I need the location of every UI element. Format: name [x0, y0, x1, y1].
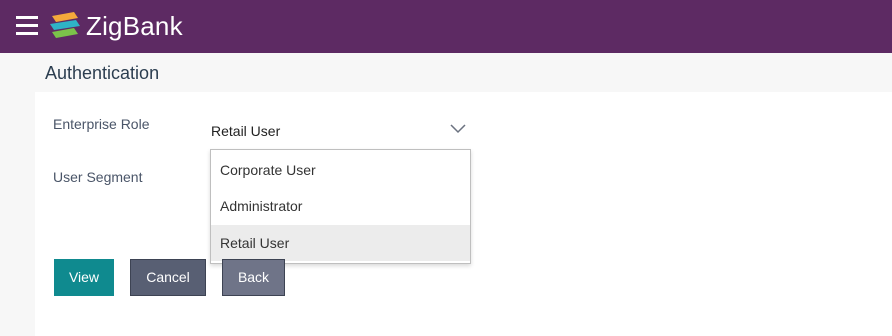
enterprise-role-select[interactable]: Retail User [211, 118, 471, 144]
user-segment-label: User Segment [53, 169, 143, 185]
hamburger-icon[interactable] [16, 14, 38, 36]
enterprise-role-dropdown: Corporate User Administrator Retail User [210, 149, 471, 264]
view-button[interactable]: View [54, 259, 114, 296]
chevron-down-icon[interactable] [450, 124, 466, 134]
cancel-button[interactable]: Cancel [130, 259, 206, 296]
app-header: ZigBank [0, 0, 892, 53]
page-title: Authentication [45, 63, 160, 83]
brand-name: ZigBank [86, 11, 183, 41]
back-button[interactable]: Back [222, 259, 285, 296]
option-administrator[interactable]: Administrator [211, 188, 470, 224]
enterprise-role-label: Enterprise Role [53, 116, 150, 132]
option-retail-user[interactable]: Retail User [211, 225, 470, 261]
option-corporate-user[interactable]: Corporate User [211, 152, 470, 188]
enterprise-role-value: Retail User [211, 123, 281, 139]
zigbank-logo-icon [50, 12, 80, 38]
